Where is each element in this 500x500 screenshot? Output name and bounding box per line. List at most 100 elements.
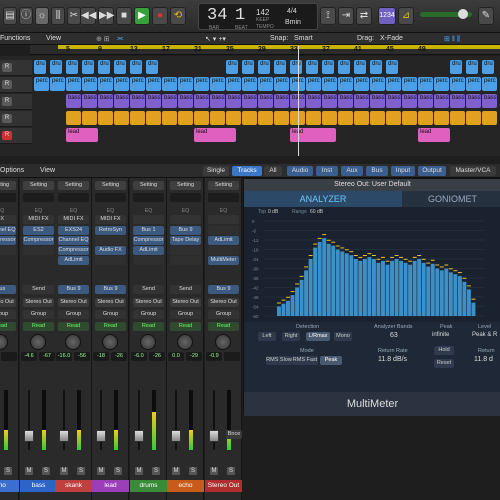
hold-button[interactable]: Hold — [434, 346, 454, 355]
region[interactable]: perc — [386, 77, 401, 91]
automation-mode[interactable]: Read — [0, 322, 16, 331]
region[interactable]: dru — [130, 60, 142, 74]
play-button[interactable]: ▶ — [134, 7, 150, 25]
output-slot[interactable]: Stereo Out — [133, 298, 164, 307]
region[interactable]: dru — [242, 60, 254, 74]
region[interactable] — [322, 111, 337, 125]
mute-button[interactable]: M — [97, 467, 105, 475]
region[interactable]: dru — [258, 60, 270, 74]
input-filter-button[interactable]: Input — [391, 166, 415, 176]
solo-button[interactable]: S — [4, 467, 12, 475]
detection-right-button[interactable]: Right — [282, 332, 300, 341]
region[interactable]: perc — [402, 77, 417, 91]
region[interactable]: perc — [258, 77, 273, 91]
region[interactable]: lead — [290, 128, 336, 142]
tracks-button[interactable]: Tracks — [232, 166, 262, 176]
catch-icon[interactable]: ⊕ ⊞ — [96, 35, 110, 43]
aux-filter-button[interactable]: Aux — [341, 166, 363, 176]
pan-knob[interactable] — [0, 334, 8, 350]
region[interactable]: perc — [66, 77, 81, 91]
channel-name[interactable]: Stereo Out — [205, 480, 242, 492]
autopunch-icon[interactable]: ⇥ — [338, 7, 354, 25]
region[interactable]: lead — [194, 128, 236, 142]
peak-value[interactable]: infinite — [432, 332, 449, 338]
region[interactable]: dru — [466, 60, 478, 74]
view-menu[interactable]: View — [46, 35, 61, 42]
count-in-button[interactable]: 1234 — [378, 7, 396, 25]
region[interactable]: bass — [98, 94, 113, 108]
automation-mode[interactable]: Read — [95, 322, 126, 331]
pan-knob[interactable] — [215, 334, 231, 350]
region[interactable]: perc — [194, 77, 209, 91]
region[interactable]: perc — [466, 77, 481, 91]
insert-slot[interactable]: AdLimit — [58, 256, 89, 265]
region[interactable]: bass — [450, 94, 465, 108]
region[interactable]: dru — [306, 60, 318, 74]
region[interactable]: bass — [418, 94, 433, 108]
midi-fx-slot[interactable]: MIDI FX — [58, 215, 89, 224]
channel-name[interactable]: pno — [0, 480, 19, 492]
pan-knob[interactable] — [65, 334, 81, 350]
insert-slot[interactable]: Compressor — [133, 236, 164, 245]
region[interactable]: bass — [82, 94, 97, 108]
region[interactable]: perc — [306, 77, 321, 91]
region[interactable] — [386, 111, 401, 125]
detection-left-button[interactable]: Left — [258, 332, 276, 341]
return-rate-value[interactable]: 11.8 dB/s — [378, 356, 407, 363]
output-filter-button[interactable]: Output — [418, 166, 446, 176]
region[interactable]: dru — [82, 60, 94, 74]
bus-filter-button[interactable]: Bus — [366, 166, 388, 176]
region[interactable]: perc — [242, 77, 257, 91]
record-enable-button[interactable]: R — [2, 114, 12, 123]
region[interactable] — [130, 111, 145, 125]
region[interactable]: dru — [114, 60, 126, 74]
smart-controls-icon[interactable]: ☼ — [35, 7, 49, 25]
output-slot[interactable]: Stereo Out — [208, 298, 239, 307]
region[interactable]: bass — [66, 94, 81, 108]
region[interactable]: perc — [226, 77, 241, 91]
output-slot[interactable]: Stereo Out — [58, 298, 89, 307]
mute-button[interactable]: M — [135, 467, 143, 475]
notepad-icon[interactable]: ✎ — [478, 7, 494, 25]
region[interactable]: perc — [322, 77, 337, 91]
region[interactable]: dru — [370, 60, 382, 74]
insert-slot[interactable] — [170, 256, 201, 265]
insert-slot[interactable]: Compressor — [0, 236, 16, 245]
all-button[interactable]: All — [264, 166, 282, 176]
insert-slot[interactable] — [95, 256, 126, 265]
record-enable-button[interactable]: R — [2, 80, 12, 89]
region[interactable]: dru — [482, 60, 494, 74]
goniometer-tab[interactable]: GONIOMET — [404, 191, 500, 207]
region[interactable]: perc — [34, 77, 49, 91]
send-slot[interactable]: Bus — [0, 285, 16, 294]
fader-cap[interactable] — [96, 430, 106, 442]
editors-icon[interactable]: ✂ — [67, 7, 81, 25]
send-slot[interactable]: Bus 9 — [95, 285, 126, 294]
region[interactable]: dru — [450, 60, 462, 74]
region[interactable] — [354, 111, 369, 125]
audio-filter-button[interactable]: Audio — [287, 166, 313, 176]
insert-slot[interactable]: Tape Delay — [170, 236, 201, 245]
library-icon[interactable]: ▤ — [3, 7, 17, 25]
region[interactable]: dru — [34, 60, 46, 74]
automation-mode[interactable]: Read — [133, 322, 164, 331]
group-slot[interactable]: Group — [133, 310, 164, 319]
region[interactable] — [434, 111, 449, 125]
record-button[interactable]: ● — [152, 7, 168, 25]
cycle-button[interactable]: ⟲ — [170, 7, 186, 25]
region[interactable]: bass — [258, 94, 273, 108]
region[interactable]: dru — [98, 60, 110, 74]
single-button[interactable]: Single — [203, 166, 229, 176]
send-slot[interactable]: Bus 9 — [58, 285, 89, 294]
record-enable-button[interactable]: R — [2, 97, 12, 106]
send-slot[interactable]: Send — [133, 285, 164, 294]
region[interactable]: lead — [418, 128, 450, 142]
tracks-area[interactable]: Rdru dru dru dru dru dru dru dru dru dru dru dru dru… — [0, 56, 500, 156]
region[interactable]: bass — [130, 94, 145, 108]
region[interactable] — [402, 111, 417, 125]
detection-mono-button[interactable]: Mono — [334, 332, 352, 341]
mixer-icon[interactable]: ⫼ — [51, 7, 65, 25]
region[interactable]: bass — [162, 94, 177, 108]
mute-button[interactable]: M — [60, 467, 68, 475]
insert-slot[interactable]: MultiMeter — [208, 256, 239, 265]
